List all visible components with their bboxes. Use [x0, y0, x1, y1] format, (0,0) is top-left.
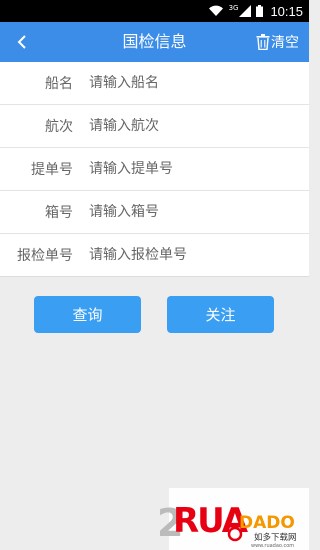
form-row-voyage: 航次 — [0, 105, 309, 148]
battery-icon — [256, 5, 264, 17]
voyage-input[interactable] — [89, 118, 309, 134]
watermark-cn-text: 如多下载网 — [254, 532, 297, 543]
clear-button[interactable]: 清空 — [256, 22, 299, 62]
clear-label: 清空 — [271, 35, 299, 51]
chevron-left-icon — [17, 35, 26, 49]
watermark-url: www.ruadao.com — [251, 543, 294, 549]
signal-icon — [239, 5, 252, 17]
svg-text:RUA: RUA — [173, 501, 249, 541]
ship-name-input[interactable] — [89, 75, 309, 91]
watermark-logo: 2 RUA DADO 如多下载网 www.ruadao.com — [157, 488, 309, 550]
status-bar: 3G 10:15 — [0, 0, 309, 22]
wifi-icon — [208, 5, 224, 17]
query-button[interactable]: 查询 — [34, 296, 141, 333]
back-button[interactable] — [10, 30, 34, 54]
voyage-label: 航次 — [45, 119, 73, 135]
follow-button[interactable]: 关注 — [167, 296, 274, 333]
trash-icon — [256, 34, 270, 50]
form-row-inspection-number: 报检单号 — [0, 234, 309, 277]
svg-text:DADO: DADO — [239, 513, 295, 533]
form-row-ship-name: 船名 — [0, 62, 309, 105]
query-form: 船名 航次 提单号 箱号 报检单号 — [0, 62, 309, 277]
inspection-number-input[interactable] — [89, 247, 309, 263]
form-row-bill-number: 提单号 — [0, 148, 309, 191]
container-number-input[interactable] — [89, 204, 309, 220]
ship-name-label: 船名 — [45, 76, 73, 92]
network-type: 3G — [228, 4, 239, 12]
bill-number-label: 提单号 — [31, 162, 73, 178]
bill-number-input[interactable] — [89, 161, 309, 177]
inspection-number-label: 报检单号 — [17, 248, 73, 264]
container-number-label: 箱号 — [45, 205, 73, 221]
status-time: 10:15 — [270, 3, 303, 19]
form-row-container-number: 箱号 — [0, 191, 309, 234]
header-bar: 国检信息 清空 — [0, 22, 309, 62]
svg-text:2: 2 — [157, 501, 183, 545]
